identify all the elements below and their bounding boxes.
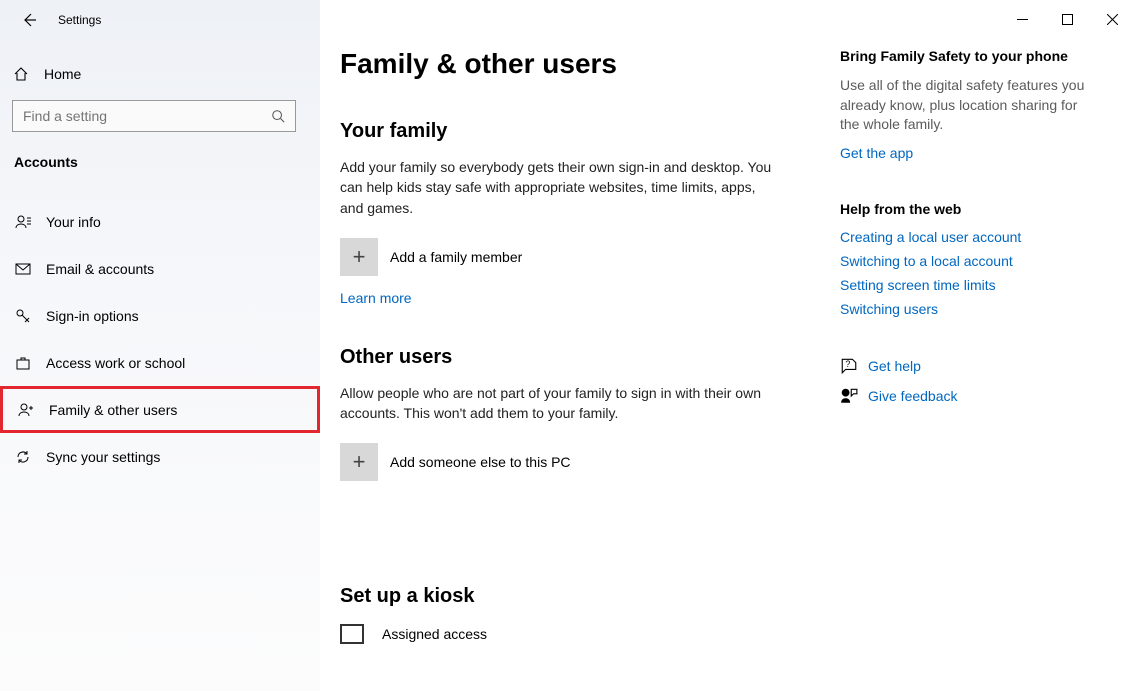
promo-title: Bring Family Safety to your phone xyxy=(840,48,1090,64)
sidebar-item-sync[interactable]: Sync your settings xyxy=(0,433,320,480)
close-icon xyxy=(1107,14,1118,25)
promo-desc: Use all of the digital safety features y… xyxy=(840,76,1090,135)
get-help-link[interactable]: ? Get help xyxy=(840,357,1090,375)
home-label: Home xyxy=(44,66,81,82)
back-button[interactable] xyxy=(18,9,40,31)
nav-list: Your info Email & accounts Sign-in optio… xyxy=(0,198,320,480)
add-family-button[interactable]: + Add a family member xyxy=(340,238,808,276)
sidebar-item-signin[interactable]: Sign-in options xyxy=(0,292,320,339)
sidebar-item-label: Email & accounts xyxy=(46,261,154,277)
search-input[interactable] xyxy=(23,108,271,124)
sidebar-item-label: Sync your settings xyxy=(46,449,160,465)
help-link[interactable]: Switching to a local account xyxy=(840,253,1090,269)
sidebar-item-label: Family & other users xyxy=(49,402,177,418)
window-title: Settings xyxy=(58,13,101,27)
plus-icon: + xyxy=(340,238,378,276)
page-title: Family & other users xyxy=(340,48,808,80)
key-icon xyxy=(14,308,32,324)
sidebar: Settings Home Accounts Your info Email &… xyxy=(0,0,320,691)
add-family-label: Add a family member xyxy=(390,249,522,265)
feedback-icon xyxy=(840,387,868,405)
search-container xyxy=(0,90,320,148)
help-from-web: Help from the web Creating a local user … xyxy=(840,201,1090,317)
help-link[interactable]: Setting screen time limits xyxy=(840,277,1090,293)
window-controls xyxy=(1000,0,1135,38)
kiosk-heading: Set up a kiosk xyxy=(340,585,808,608)
support-links: ? Get help Give feedback xyxy=(840,357,1090,405)
get-app-link[interactable]: Get the app xyxy=(840,145,913,161)
sidebar-item-label: Access work or school xyxy=(46,355,185,371)
sidebar-item-label: Sign-in options xyxy=(46,308,139,324)
sidebar-item-email[interactable]: Email & accounts xyxy=(0,245,320,292)
help-title: Help from the web xyxy=(840,201,1090,217)
assigned-access-label: Assigned access xyxy=(382,626,487,642)
kiosk-icon xyxy=(340,624,364,644)
sidebar-item-label: Your info xyxy=(46,214,101,230)
family-safety-promo: Bring Family Safety to your phone Use al… xyxy=(840,48,1090,161)
others-desc: Allow people who are not part of your fa… xyxy=(340,383,780,424)
close-button[interactable] xyxy=(1090,4,1135,34)
help-icon: ? xyxy=(840,357,868,375)
help-link[interactable]: Creating a local user account xyxy=(840,229,1090,245)
minimize-button[interactable] xyxy=(1000,4,1045,34)
home-icon xyxy=(12,66,30,82)
add-other-label: Add someone else to this PC xyxy=(390,454,571,470)
help-link[interactable]: Switching users xyxy=(840,301,1090,317)
feedback-link[interactable]: Give feedback xyxy=(840,387,1090,405)
sidebar-item-your-info[interactable]: Your info xyxy=(0,198,320,245)
minimize-icon xyxy=(1017,14,1028,25)
sidebar-section-heading: Accounts xyxy=(0,148,320,180)
family-heading: Your family xyxy=(340,120,808,143)
arrow-left-icon xyxy=(21,12,37,28)
content: Family & other users Your family Add you… xyxy=(320,0,840,691)
main-area: Family & other users Your family Add you… xyxy=(320,0,1135,691)
others-heading: Other users xyxy=(340,346,808,369)
maximize-icon xyxy=(1062,14,1073,25)
briefcase-icon xyxy=(14,355,32,371)
home-nav[interactable]: Home xyxy=(0,58,320,90)
titlebar: Settings xyxy=(0,0,320,40)
family-desc: Add your family so everybody gets their … xyxy=(340,157,780,218)
person-plus-icon xyxy=(17,402,35,418)
sync-icon xyxy=(14,449,32,465)
person-icon xyxy=(14,214,32,230)
svg-text:?: ? xyxy=(845,359,850,369)
maximize-button[interactable] xyxy=(1045,4,1090,34)
right-panel: Bring Family Safety to your phone Use al… xyxy=(840,0,1110,691)
assigned-access-button[interactable]: Assigned access xyxy=(340,624,808,644)
plus-icon: + xyxy=(340,443,378,481)
search-icon xyxy=(271,109,285,123)
add-other-button[interactable]: + Add someone else to this PC xyxy=(340,443,808,481)
mail-icon xyxy=(14,261,32,277)
sidebar-item-work[interactable]: Access work or school xyxy=(0,339,320,386)
learn-more-link[interactable]: Learn more xyxy=(340,290,412,306)
sidebar-item-family[interactable]: Family & other users xyxy=(0,386,320,433)
search-box[interactable] xyxy=(12,100,296,132)
